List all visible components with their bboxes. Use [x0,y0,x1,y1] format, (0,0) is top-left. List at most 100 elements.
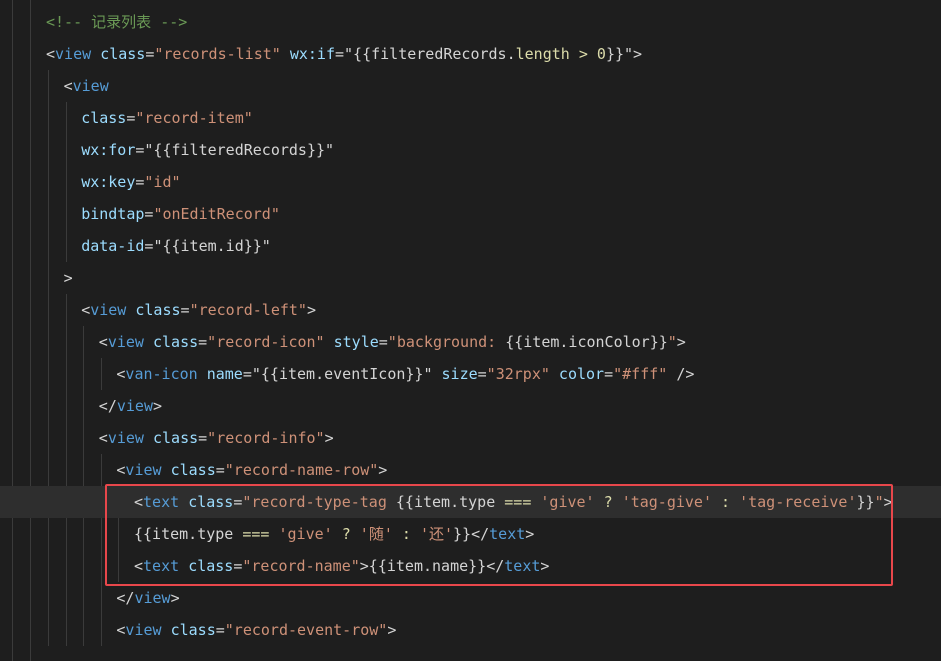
code-token: < [98,333,108,351]
code-token: "{{item.id}}" [153,237,271,255]
code-line-text: </view> [99,390,162,422]
code-token: view [90,301,127,319]
code-token: > [387,621,397,639]
code-token: "record-icon" [207,333,325,351]
code-line[interactable]: {{item.type === 'give' ? '随' : '还'}}</te… [0,518,941,550]
code-token: < [98,429,108,447]
code-token: }} [856,493,875,511]
code-token: = [477,365,487,383]
code-token: class [170,621,216,639]
code-token: 'give' [278,525,333,543]
code-line-text: <view [64,70,109,102]
code-token: 'give' [540,493,595,511]
code-line[interactable]: wx:key="id" [0,166,941,198]
code-token: </ [116,589,135,607]
code-token: size [441,365,478,383]
code-line[interactable]: </view> [0,390,941,422]
code-token: > [378,461,388,479]
code-token: === [242,525,270,543]
code-line-text: wx:for="{{filteredRecords}}" [81,134,334,166]
code-token: ? [341,525,351,543]
code-token: >{{item.name}}</ [359,557,505,575]
code-token: van-icon [125,365,198,383]
code-token: class [152,333,199,351]
code-token: "record-name" [242,557,360,575]
code-line[interactable]: <view class="record-event-row"> [0,614,941,646]
code-line[interactable]: <van-icon name="{{item.eventIcon}}" size… [0,358,941,390]
code-token: text [143,493,180,511]
code-token: > [152,397,163,415]
code-token: < [63,77,73,95]
code-token: color [558,365,605,383]
code-line-text: <view class="record-left"> [81,294,316,326]
code-token: wx:if [289,45,335,63]
code-token: class [188,493,234,511]
code-line[interactable]: <view [0,70,941,102]
code-line[interactable]: class="record-item" [0,102,941,134]
code-editor[interactable]: <!-- 记录列表 --> <view class="records-list" … [0,0,941,661]
code-token: view [125,461,162,479]
code-token: "id" [144,173,181,191]
code-line[interactable]: <view class="record-left"> [0,294,941,326]
code-token: "background: [387,333,506,351]
code-token: "#fff" [613,365,668,383]
code-line[interactable]: bindtap="onEditRecord" [0,198,941,230]
code-token: view [134,589,171,607]
code-token: "record-left" [189,301,307,319]
code-token: 记录列表 [91,13,152,31]
code-token: view [72,77,109,95]
code-line[interactable]: <view class="record-name-row"> [0,454,941,486]
code-token: 随 [368,525,384,543]
code-token: wx:key [81,173,136,191]
code-token: < [134,557,144,575]
code-token: = [180,301,190,319]
code-token: = [198,429,208,447]
code-token: = [604,365,614,383]
code-token: " [667,333,677,351]
code-token: }}</ [453,525,490,543]
code-token: class [100,45,146,63]
code-token: --> [151,13,188,31]
code-line[interactable]: <view class="records-list" wx:if="{{filt… [0,38,941,70]
code-line[interactable]: <view class="record-info"> [0,422,941,454]
code-token: > [578,45,588,63]
code-line[interactable]: <text class="record-type-tag {{item.type… [0,486,941,518]
code-token: < [134,493,144,511]
code-line-text: <text class="record-type-tag {{item.type… [134,486,893,518]
code-token: view [107,333,144,351]
code-line[interactable]: > [0,262,941,294]
code-token: ' [419,525,429,543]
code-token: = [215,621,225,639]
code-token: ' [359,525,369,543]
code-line[interactable]: </view> [0,582,941,614]
code-token: view [107,429,144,447]
code-line[interactable]: <view class="record-icon" style="backgro… [0,326,941,358]
code-token: view [125,621,162,639]
code-line[interactable]: <!-- 记录列表 --> [0,6,941,38]
code-token: > [676,333,686,351]
code-token: = [242,365,252,383]
code-token: : [721,493,731,511]
code-line-text: > [64,262,73,294]
code-line-text: <text class="record-name">{{item.name}}<… [134,550,549,582]
code-token: "{{item.eventIcon}}" [251,365,433,383]
code-line[interactable]: data-id="{{item.id}}" [0,230,941,262]
code-token: text [504,557,541,575]
code-line[interactable]: wx:for="{{filteredRecords}}" [0,134,941,166]
code-line[interactable]: <text class="record-name">{{item.name}}<… [0,550,941,582]
code-token: > [170,589,180,607]
code-token: data-id [81,237,145,255]
code-line-text: data-id="{{item.id}}" [81,230,271,262]
code-token: = [378,333,388,351]
